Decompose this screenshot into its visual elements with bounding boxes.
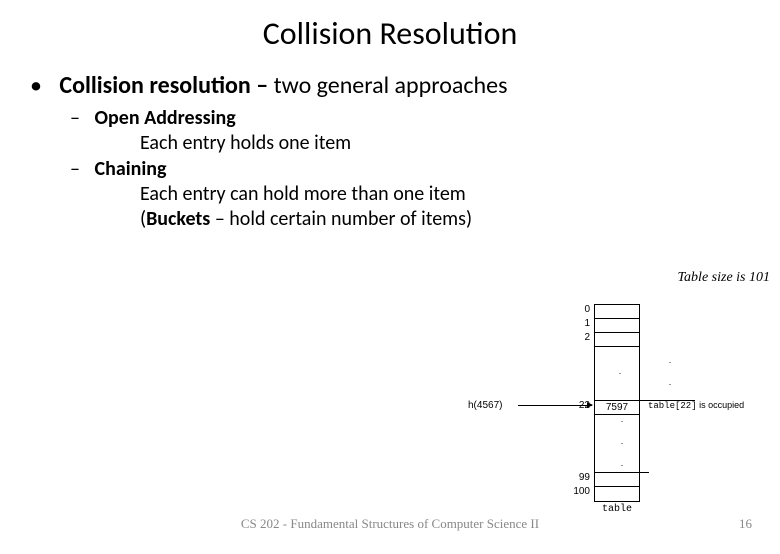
sub2-detail-1: Each entry can hold more than one item — [140, 182, 750, 206]
index-99: 99 — [566, 472, 590, 483]
buckets-word: Buckets — [146, 207, 210, 231]
arrow-icon — [518, 405, 592, 406]
occupied-text: is occupied — [697, 400, 745, 410]
index-2: 2 — [566, 332, 590, 343]
dash-icon: – — [70, 157, 80, 181]
table-var-label: table — [594, 504, 640, 515]
slide-body: • Collision resolution – two general app… — [0, 71, 780, 231]
bullet-level-1: • Collision resolution – two general app… — [30, 71, 750, 100]
slide-title: Collision Resolution — [0, 14, 780, 53]
index-1: 1 — [566, 318, 590, 329]
dash-icon: – — [70, 106, 80, 130]
ellipsis-icon: · · · — [595, 415, 649, 473]
bullet-level-2: – Open Addressing — [70, 106, 750, 130]
table-cell — [595, 333, 639, 347]
bullet-rest: two general approaches — [274, 71, 508, 100]
sub2-detail-2: (Buckets – hold certain number of items) — [140, 207, 750, 231]
table-cell — [595, 487, 639, 501]
footer-page-number: 16 — [739, 516, 752, 532]
table-cell — [595, 305, 639, 319]
hash-function-label: h(4567) — [468, 400, 502, 411]
index-100: 100 — [566, 486, 590, 497]
table-size-note: Table size is 101 — [678, 270, 770, 286]
hash-table-diagram: 0 1 2 22 99 100 · · · 7597 · · · h(4567)… — [468, 304, 768, 524]
occupied-label: table[22] is occupied — [648, 400, 744, 411]
bullet-bold: Collision resolution – — [59, 71, 273, 100]
hash-table-box: · · · 7597 · · · — [594, 304, 640, 502]
ellipsis-icon: · · · — [595, 347, 695, 401]
sub2-label: Chaining — [95, 157, 167, 181]
table-cell — [595, 319, 639, 333]
occupied-code: table[22] — [648, 401, 697, 411]
bullet-dot-icon: • — [30, 71, 42, 100]
index-0: 0 — [566, 304, 590, 315]
bullet-level-2: – Chaining — [70, 157, 750, 181]
buckets-rest: – hold certain number of items) — [210, 207, 472, 231]
sub1-label: Open Addressing — [95, 106, 236, 130]
table-cell — [595, 473, 639, 487]
footer-course: CS 202 - Fundamental Structures of Compu… — [0, 516, 780, 532]
sub1-detail: Each entry holds one item — [140, 131, 750, 155]
table-cell-22: 7597 — [595, 401, 639, 415]
